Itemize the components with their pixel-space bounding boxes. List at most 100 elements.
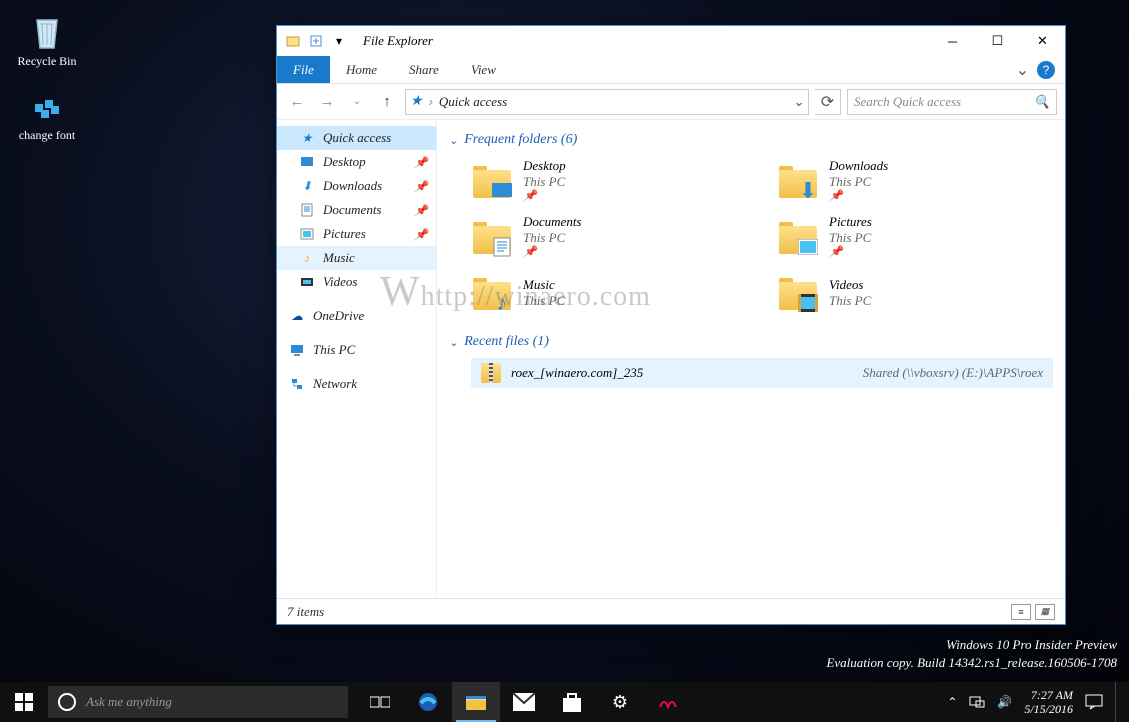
sidebar-item-downloads[interactable]: ⬇ Downloads 📌 bbox=[277, 174, 436, 198]
icon-label: change font bbox=[19, 128, 75, 143]
sidebar-this-pc[interactable]: This PC bbox=[277, 338, 436, 362]
view-large-icons-button[interactable]: ▦ bbox=[1035, 604, 1055, 620]
chevron-down-icon: ⌄ bbox=[449, 134, 458, 147]
search-placeholder: Search Quick access bbox=[854, 94, 961, 110]
titlebar[interactable]: ▾ File Explorer ─ ☐ ✕ bbox=[277, 26, 1065, 56]
pin-icon: 📌 bbox=[829, 190, 888, 204]
back-button[interactable]: ← bbox=[285, 90, 309, 114]
recent-files-header[interactable]: ⌄ Recent files (1) bbox=[449, 334, 1053, 350]
icon-label: Recycle Bin bbox=[18, 54, 77, 69]
downloads-overlay-icon: ⬇ bbox=[797, 182, 819, 200]
close-button[interactable]: ✕ bbox=[1020, 26, 1065, 56]
show-desktop-button[interactable] bbox=[1115, 682, 1121, 722]
forward-button[interactable]: → bbox=[315, 90, 339, 114]
ribbon-tabs: File Home Share View ⌄ ? bbox=[277, 56, 1065, 84]
this-pc-icon bbox=[289, 342, 305, 358]
sidebar-onedrive[interactable]: ☁ OneDrive bbox=[277, 304, 436, 328]
pictures-icon bbox=[299, 226, 315, 242]
sidebar-quick-access[interactable]: ★ Quick access bbox=[277, 126, 436, 150]
start-button[interactable] bbox=[0, 682, 48, 722]
pin-icon: 📌 bbox=[523, 190, 566, 204]
onedrive-icon: ☁ bbox=[289, 308, 305, 324]
view-details-button[interactable]: ≡ bbox=[1011, 604, 1031, 620]
qat-properties-icon[interactable] bbox=[283, 31, 303, 51]
tray-network-icon[interactable] bbox=[969, 695, 985, 709]
breadcrumb[interactable]: Quick access bbox=[439, 94, 507, 110]
sidebar-network[interactable]: Network bbox=[277, 372, 436, 396]
documents-overlay-icon bbox=[491, 238, 513, 256]
tab-share[interactable]: Share bbox=[393, 56, 455, 83]
windows-watermark: Windows 10 Pro Insider Preview Evaluatio… bbox=[826, 636, 1117, 672]
tab-view[interactable]: View bbox=[455, 56, 512, 83]
tray-clock[interactable]: 7:27 AM 5/15/2016 bbox=[1024, 688, 1073, 717]
folder-pictures[interactable]: PicturesThis PC📌 bbox=[777, 212, 1053, 262]
tab-home[interactable]: Home bbox=[330, 56, 393, 83]
refresh-button[interactable]: ⟳ bbox=[815, 89, 841, 115]
sidebar-item-documents[interactable]: Documents 📌 bbox=[277, 198, 436, 222]
task-view-button[interactable] bbox=[356, 682, 404, 722]
desktop-overlay-icon bbox=[491, 182, 513, 200]
cortana-icon bbox=[58, 693, 76, 711]
recent-file-row[interactable]: roex_[winaero.com]_235 Shared (\\vboxsrv… bbox=[471, 358, 1053, 388]
desktop-icons: Recycle Bin change font bbox=[12, 10, 82, 143]
navigation-pane: ★ Quick access Desktop 📌 ⬇ Downloads 📌 bbox=[277, 120, 437, 598]
taskbar-file-explorer[interactable] bbox=[452, 682, 500, 722]
desktop-icon-change-font[interactable]: change font bbox=[12, 84, 82, 143]
quick-access-toolbar: ▾ bbox=[283, 31, 349, 51]
pin-icon: 📌 bbox=[523, 246, 582, 260]
recent-file-name: roex_[winaero.com]_235 bbox=[511, 365, 643, 381]
music-overlay-icon: ♪ bbox=[491, 294, 513, 312]
sidebar-item-videos[interactable]: Videos bbox=[277, 270, 436, 294]
sidebar-item-desktop[interactable]: Desktop 📌 bbox=[277, 150, 436, 174]
pin-icon: 📌 bbox=[829, 246, 872, 260]
downloads-icon: ⬇ bbox=[299, 178, 315, 194]
tab-file[interactable]: File bbox=[277, 56, 330, 83]
frequent-folders-grid: DesktopThis PC📌 ⬇ DownloadsThis PC📌 Docu… bbox=[471, 156, 1053, 318]
taskbar-store[interactable] bbox=[548, 682, 596, 722]
network-icon bbox=[289, 376, 305, 392]
recycle-bin-icon bbox=[25, 10, 69, 54]
maximize-button[interactable]: ☐ bbox=[975, 26, 1020, 56]
pictures-overlay-icon bbox=[797, 238, 819, 256]
action-center-icon[interactable] bbox=[1085, 694, 1103, 710]
taskbar-mail[interactable] bbox=[500, 682, 548, 722]
help-icon[interactable]: ? bbox=[1037, 61, 1055, 79]
tray-chevron-up-icon[interactable]: ⌃ bbox=[947, 695, 957, 710]
qat-dropdown-icon[interactable]: ▾ bbox=[329, 31, 349, 51]
window-buttons: ─ ☐ ✕ bbox=[930, 26, 1065, 56]
taskbar-app[interactable] bbox=[644, 682, 692, 722]
windows-logo-icon bbox=[15, 693, 33, 711]
folder-music[interactable]: ♪ MusicThis PC bbox=[471, 268, 747, 318]
navigation-row: ← → ⌄ ↑ ★ › Quick access ⌄ ⟳ Search Quic… bbox=[277, 84, 1065, 120]
sidebar-item-pictures[interactable]: Pictures 📌 bbox=[277, 222, 436, 246]
pin-icon: 📌 bbox=[414, 156, 428, 169]
address-history-dropdown[interactable]: ⌄ bbox=[793, 94, 804, 110]
recent-file-path: Shared (\\vboxsrv) (E:)\APPS\roex bbox=[863, 365, 1043, 381]
up-button[interactable]: ↑ bbox=[375, 90, 399, 114]
status-bar: 7 items ≡ ▦ bbox=[277, 598, 1065, 624]
cortana-search[interactable]: Ask me anything bbox=[48, 686, 348, 718]
window-title: File Explorer bbox=[363, 33, 433, 49]
ribbon-collapse-icon[interactable]: ⌄ bbox=[1016, 60, 1029, 80]
tray-volume-icon[interactable]: 🔊 bbox=[997, 695, 1012, 709]
pin-icon: 📌 bbox=[414, 180, 428, 193]
folder-downloads[interactable]: ⬇ DownloadsThis PC📌 bbox=[777, 156, 1053, 206]
search-box[interactable]: Search Quick access 🔍 bbox=[847, 89, 1057, 115]
minimize-button[interactable]: ─ bbox=[930, 26, 975, 56]
frequent-folders-header[interactable]: ⌄ Frequent folders (6) bbox=[449, 132, 1053, 148]
qat-newfolder-icon[interactable] bbox=[306, 31, 326, 51]
address-bar[interactable]: ★ › Quick access ⌄ bbox=[405, 89, 809, 115]
sidebar-item-music[interactable]: ♪ Music bbox=[277, 246, 436, 270]
taskbar-settings[interactable]: ⚙ bbox=[596, 682, 644, 722]
folder-documents[interactable]: DocumentsThis PC📌 bbox=[471, 212, 747, 262]
status-item-count: 7 items bbox=[287, 604, 324, 620]
taskbar-edge[interactable] bbox=[404, 682, 452, 722]
folder-videos[interactable]: VideosThis PC bbox=[777, 268, 1053, 318]
folder-desktop[interactable]: DesktopThis PC📌 bbox=[471, 156, 747, 206]
recent-locations-dropdown[interactable]: ⌄ bbox=[345, 90, 369, 114]
star-icon: ★ bbox=[299, 130, 315, 146]
desktop-icon-recycle-bin[interactable]: Recycle Bin bbox=[12, 10, 82, 69]
pin-icon: 📌 bbox=[414, 204, 428, 217]
content-pane: ⌄ Frequent folders (6) DesktopThis PC📌 ⬇… bbox=[437, 120, 1065, 598]
desktop-background[interactable]: Recycle Bin change font ▾ File Explorer … bbox=[0, 0, 1129, 722]
